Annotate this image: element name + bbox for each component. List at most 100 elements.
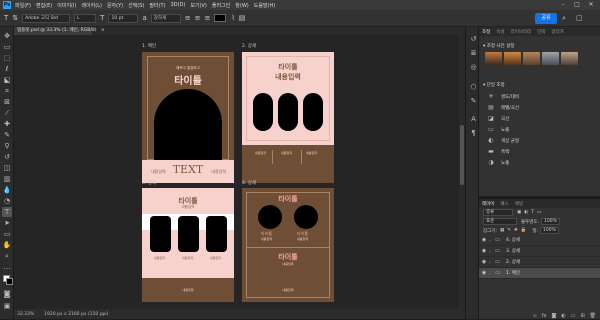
document-tab[interactable]: 템플릿.psd @ 33.3% (1. 메인, RGB/8) × [14, 27, 105, 35]
text-orientation-icon[interactable]: ⇅ [12, 14, 18, 22]
tab-channels[interactable]: 채널 [515, 201, 523, 207]
tab-libraries[interactable]: 라이브러리 [511, 29, 532, 35]
new-group-icon[interactable]: ▭ [571, 313, 576, 319]
menu-filter[interactable]: 필터(T) [149, 2, 165, 9]
adjust-item-exposure[interactable]: ▭ 노출 [479, 124, 600, 135]
blur-tool-icon[interactable]: 💧 [2, 185, 12, 195]
menu-3d[interactable]: 3D(D) [171, 2, 186, 8]
adjust-item-exposure-2[interactable]: ◑ 노출 [479, 157, 600, 168]
workspace-icon[interactable]: ▢ [576, 14, 583, 22]
learn-panel-icon[interactable]: ◎ [469, 63, 478, 72]
menu-image[interactable]: 이미지(I) [57, 2, 76, 9]
eyedropper-tool-icon[interactable]: ⁄ [2, 108, 12, 118]
background-color-swatch[interactable] [6, 278, 13, 285]
filter-adjust-icon[interactable]: ◐ [524, 210, 528, 215]
frame-tool-icon[interactable]: ⊠ [2, 97, 12, 107]
properties-panel-icon[interactable]: ≣ [469, 49, 478, 58]
fill-input[interactable]: 100% [540, 227, 559, 234]
menu-select[interactable]: 선택(S) [128, 2, 144, 9]
marquee-tool-icon[interactable]: ⬚ [2, 53, 12, 63]
preset-thumbnail[interactable] [485, 52, 502, 65]
adjust-item-levels[interactable]: ▤ 레벨/곡선 [479, 102, 600, 113]
filter-shape-icon[interactable]: ▭ [537, 210, 541, 215]
tab-paragraph[interactable]: 단락 [537, 29, 545, 35]
menu-layer[interactable]: 레이어(L) [81, 2, 102, 9]
preset-thumbnail[interactable] [523, 52, 540, 65]
align-center-icon[interactable]: ≡ [195, 14, 201, 22]
text-color-swatch[interactable] [214, 14, 227, 22]
artboard-label-4[interactable]: 4. 상세 [242, 180, 256, 186]
artboard-label-1[interactable]: 1. 메인 [142, 43, 156, 49]
align-right-icon[interactable]: ≡ [204, 14, 210, 22]
visibility-eye-icon[interactable]: ◉ [479, 248, 489, 254]
font-family-select[interactable]: Adobe 고딕 Std [22, 13, 71, 23]
preset-thumbnail[interactable] [542, 52, 559, 65]
tab-layers[interactable]: 레이어 [482, 201, 494, 207]
preset-thumbnail[interactable] [504, 52, 521, 65]
layer-row[interactable]: ◉ › ▭ 3. 상세 [479, 246, 600, 257]
layer-row[interactable]: ◉ › ▭ 4. 상세 [479, 235, 600, 246]
align-left-icon[interactable]: ≡ [185, 14, 191, 22]
healing-brush-tool-icon[interactable]: ✚ [2, 119, 12, 129]
quick-mask-icon[interactable]: ◙ [2, 289, 12, 299]
adjust-item-curves[interactable]: ◪ 곡선 [479, 113, 600, 124]
tab-glyphs[interactable]: 글리프 [552, 29, 564, 35]
artboard-1-main[interactable]: 예쁘고 깔끔하고 타이틀 내용입력 TEXT 내용입력 [142, 52, 234, 183]
dodge-tool-icon[interactable]: ◔ [2, 196, 12, 206]
lock-all-icon[interactable]: 🔒 [521, 228, 527, 233]
share-button[interactable]: 공유 [535, 13, 557, 24]
artboard-tool-icon[interactable]: ▭ [2, 42, 12, 52]
rectangle-tool-icon[interactable]: ▭ [2, 229, 12, 239]
menu-type[interactable]: 문자(Y) [107, 2, 123, 9]
maximize-icon[interactable]: □ [570, 0, 584, 10]
warp-text-icon[interactable]: ⌇ [231, 14, 234, 22]
artboard-label-3[interactable]: 3. 상세 [142, 180, 156, 186]
menu-help[interactable]: 도움말(H) [254, 2, 275, 9]
antialias-select[interactable]: 강하게 [150, 13, 181, 23]
canvas-area[interactable]: 1. 메인 예쁘고 깔끔하고 타이틀 내용입력 TEXT 내용입력 2. 상세 … [14, 35, 459, 309]
character-panel-icon[interactable]: ▤ [239, 14, 246, 22]
visibility-eye-icon[interactable]: ◉ [479, 237, 489, 243]
link-layers-icon[interactable]: ∞ [533, 313, 537, 319]
font-size-select[interactable]: 10 pt [108, 13, 139, 23]
artboard-label-2[interactable]: 2. 상세 [242, 43, 256, 49]
type-tool-active-icon[interactable]: T [2, 207, 12, 217]
delete-layer-icon[interactable]: 🗑 [590, 313, 596, 319]
clone-stamp-tool-icon[interactable]: ⚲ [2, 141, 12, 151]
layer-filter-select[interactable]: 종류 [483, 209, 513, 216]
adjust-item-color-balance[interactable]: ◐ 색상 균형 [479, 135, 600, 146]
screen-mode-icon[interactable]: ▣ [2, 301, 12, 311]
lock-move-icon[interactable]: ✥ [514, 228, 518, 233]
lock-paint-icon[interactable]: ✎ [507, 228, 511, 233]
add-mask-icon[interactable]: ◙ [551, 313, 556, 319]
preset-thumbnail[interactable] [561, 52, 578, 65]
eraser-tool-icon[interactable]: ◫ [2, 163, 12, 173]
history-panel-icon[interactable]: ↺ [469, 35, 478, 44]
3d-panel-icon[interactable]: ⬡ [469, 83, 478, 92]
paths-panel-icon[interactable]: ✎ [469, 97, 478, 106]
history-brush-tool-icon[interactable]: ↺ [2, 152, 12, 162]
lock-transparent-icon[interactable]: ▦ [500, 228, 504, 233]
path-select-tool-icon[interactable]: ➤ [2, 218, 12, 228]
menu-edit[interactable]: 편집(E) [36, 2, 52, 9]
artboard-2-detail[interactable]: 타이틀 내용입력 내용입력 내용입력 내용입력 [242, 52, 334, 183]
menu-window[interactable]: 창(W) [235, 2, 248, 9]
artboard-3-detail[interactable]: 타이틀 내용입력 내용입력 내용입력 내용입력 내용입력 [142, 188, 234, 302]
new-adjustment-icon[interactable]: ◐ [561, 313, 565, 319]
crop-tool-icon[interactable]: ⌗ [2, 86, 12, 96]
zoom-level[interactable]: 33.33% [17, 312, 34, 317]
more-tools-icon[interactable]: … [2, 262, 12, 272]
menu-view[interactable]: 보기(V) [190, 2, 207, 9]
filter-pixel-icon[interactable]: ▣ [517, 210, 521, 215]
visibility-eye-icon[interactable]: ◉ [479, 259, 489, 265]
filter-type-icon[interactable]: T [531, 210, 534, 215]
opacity-input[interactable]: 100% [541, 218, 560, 225]
fx-icon[interactable]: fx [542, 313, 547, 319]
type-tool-icon[interactable]: T [4, 14, 8, 22]
scrollbar-thumb[interactable] [460, 125, 464, 185]
blend-mode-select[interactable]: 표준 [483, 218, 517, 225]
font-style-select[interactable]: L [74, 13, 97, 23]
tab-paths[interactable]: 패스 [500, 201, 508, 207]
search-icon[interactable]: ⌕ [562, 14, 566, 23]
zoom-tool-icon[interactable]: ⌕ [2, 251, 12, 261]
